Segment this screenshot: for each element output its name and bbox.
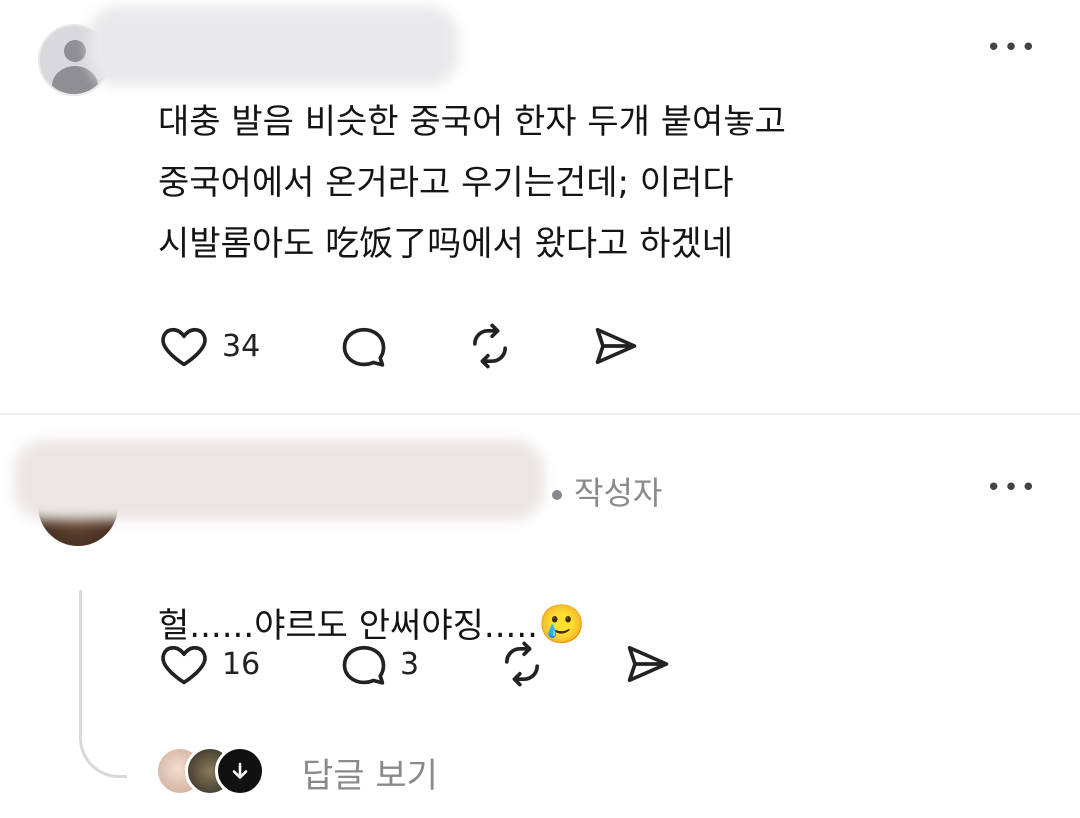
username-blurred[interactable] — [88, 6, 458, 86]
reply-button[interactable]: 3 — [338, 638, 419, 690]
more-options-icon[interactable]: ••• — [986, 35, 1038, 61]
arrow-down-icon — [232, 762, 248, 779]
expand-replies-button[interactable] — [215, 746, 265, 796]
heart-icon — [161, 327, 207, 367]
share-button[interactable] — [590, 320, 642, 372]
send-icon — [627, 645, 669, 683]
like-count: 16 — [222, 646, 261, 682]
send-icon — [595, 327, 637, 365]
divider — [0, 413, 1080, 415]
view-replies-link[interactable]: 답글 보기 — [302, 748, 438, 797]
avatar-head-shape — [64, 40, 86, 62]
author-badge-label: 작성자 — [574, 474, 663, 512]
share-button[interactable] — [622, 638, 674, 690]
repost-button[interactable] — [464, 320, 516, 372]
like-button[interactable]: 34 — [158, 320, 260, 372]
author-badge: 작성자 — [552, 468, 662, 514]
reply-button[interactable] — [338, 320, 390, 372]
repost-icon — [472, 323, 508, 369]
username-blurred[interactable] — [14, 440, 544, 520]
heart-icon — [161, 645, 207, 685]
comment-icon — [342, 327, 386, 367]
comment-icon — [342, 645, 386, 685]
more-options-icon[interactable]: ••• — [986, 475, 1038, 501]
repost-button[interactable] — [496, 638, 548, 690]
like-button[interactable]: 16 — [158, 638, 260, 690]
like-count: 34 — [222, 328, 261, 364]
thread-line — [79, 590, 127, 778]
dot-icon — [552, 490, 562, 500]
replier-avatars[interactable] — [155, 746, 275, 796]
reply-count: 3 — [400, 646, 420, 682]
repost-icon — [504, 641, 540, 687]
comment-text: 헐......야르도 안써야징.....🥲 — [158, 533, 978, 657]
comment-text: 대충 발음 비슷한 중국어 한자 두개 붙여놓고 중국어에서 온거라고 우기는건… — [158, 102, 786, 264]
